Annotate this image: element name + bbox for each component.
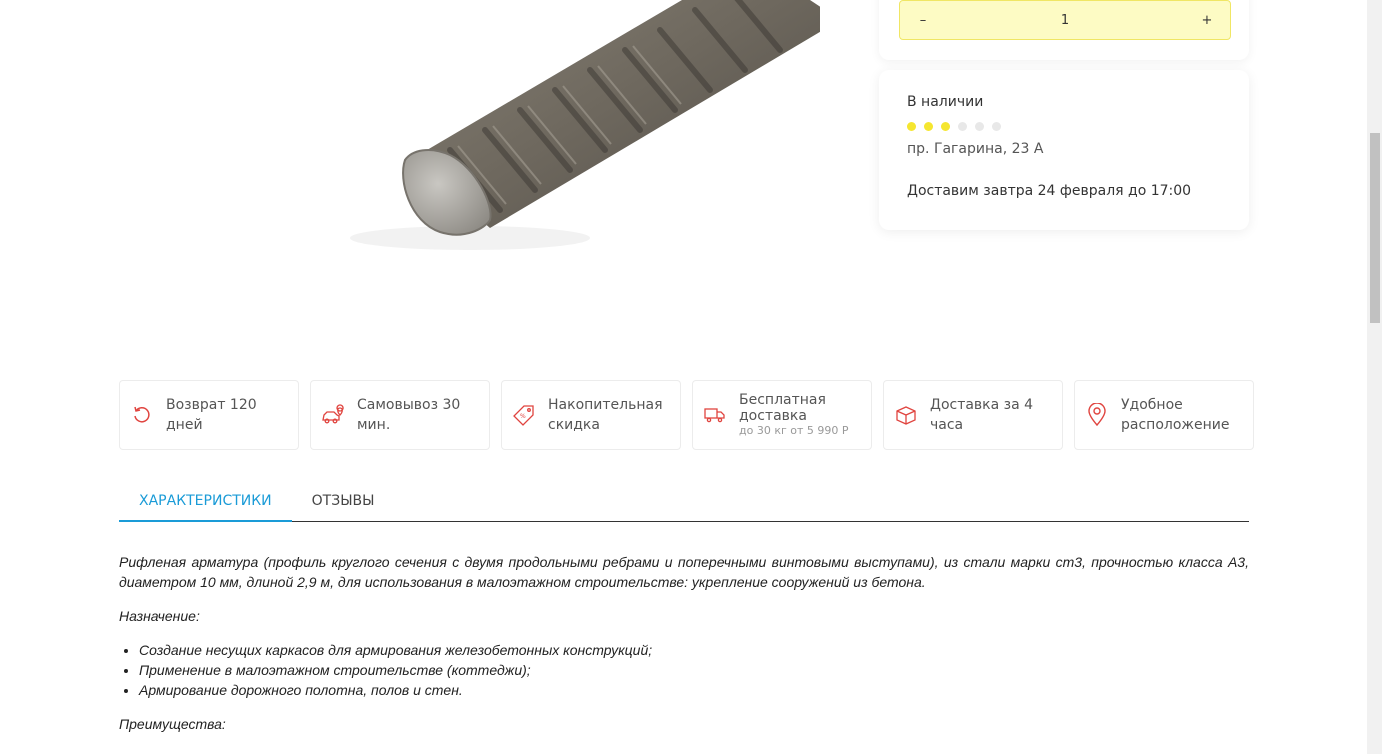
stock-level-indicator xyxy=(907,122,1221,131)
stock-dot-filled xyxy=(941,122,950,131)
feature-sublabel: до 30 кг от 5 990 Р xyxy=(739,424,849,437)
tab-characteristics[interactable]: ХАРАКТЕРИСТИКИ xyxy=(119,480,292,522)
location-pin-icon xyxy=(1085,403,1109,427)
delivery-truck-icon xyxy=(703,403,727,427)
discount-tag-icon: % xyxy=(512,403,536,427)
store-address[interactable]: пр. Гагарина, 23 А xyxy=(907,141,1221,157)
tab-reviews[interactable]: ОТЗЫВЫ xyxy=(292,480,395,522)
stock-dot-empty xyxy=(958,122,967,131)
scrollbar-thumb[interactable] xyxy=(1370,133,1380,323)
quantity-increase-button[interactable]: + xyxy=(1198,13,1216,28)
availability-status: В наличии xyxy=(907,94,984,110)
page-scrollbar[interactable] xyxy=(1367,0,1382,754)
svg-text:%: % xyxy=(520,413,526,420)
product-image xyxy=(280,0,820,340)
purpose-list: Создание несущих каркасов для армировани… xyxy=(119,640,1249,700)
feature-label: Самовывоз 30 мин. xyxy=(357,397,461,433)
feature-label: Доставка за 4 часа xyxy=(930,397,1034,433)
quantity-decrease-button[interactable]: – xyxy=(914,13,932,28)
feature-label: Накопительная скидка xyxy=(548,397,663,433)
feature-pickup: Самовывоз 30 мин. xyxy=(310,380,490,450)
product-description: Рифленая арматура (профиль круглого сече… xyxy=(119,552,1249,734)
quantity-stepper: – 1 + xyxy=(899,0,1231,40)
feature-fast-delivery: Доставка за 4 часа xyxy=(883,380,1063,450)
stock-dot-filled xyxy=(907,122,916,131)
package-icon xyxy=(894,403,918,427)
description-intro: Рифленая арматура (профиль круглого сече… xyxy=(119,554,1249,590)
feature-location: Удобное расположение xyxy=(1074,380,1254,450)
feature-label: Удобное расположение xyxy=(1121,397,1230,433)
feature-label-group: Бесплатная доставка до 30 кг от 5 990 Р xyxy=(739,392,861,438)
return-icon xyxy=(130,403,154,427)
list-item: Армирование дорожного полотна, полов и с… xyxy=(139,680,1249,700)
availability-card: В наличии пр. Гагарина, 23 А Доставим за… xyxy=(879,70,1249,230)
feature-label: Бесплатная доставка xyxy=(739,392,826,424)
product-tabs: ХАРАКТЕРИСТИКИ ОТЗЫВЫ xyxy=(119,480,1249,522)
advantages-heading: Преимущества: xyxy=(119,716,226,732)
stock-dot-empty xyxy=(992,122,1001,131)
stock-dot-empty xyxy=(975,122,984,131)
list-item: Применение в малоэтажном строительстве (… xyxy=(139,660,1249,680)
feature-discount: % Накопительная скидка xyxy=(501,380,681,450)
feature-label: Возврат 120 дней xyxy=(166,397,257,433)
list-item: Создание несущих каркасов для армировани… xyxy=(139,640,1249,660)
purpose-heading: Назначение: xyxy=(119,608,200,624)
features-row: Возврат 120 дней Самовывоз 30 мин. % Нак… xyxy=(119,380,1254,450)
quantity-value[interactable]: 1 xyxy=(1061,13,1069,28)
feature-free-delivery: Бесплатная доставка до 30 кг от 5 990 Р xyxy=(692,380,872,450)
car-pickup-icon xyxy=(321,403,345,427)
stock-dot-filled xyxy=(924,122,933,131)
feature-return: Возврат 120 дней xyxy=(119,380,299,450)
quantity-card: – 1 + xyxy=(879,0,1249,60)
delivery-estimate: Доставим завтра 24 февраля до 17:00 xyxy=(907,183,1192,199)
